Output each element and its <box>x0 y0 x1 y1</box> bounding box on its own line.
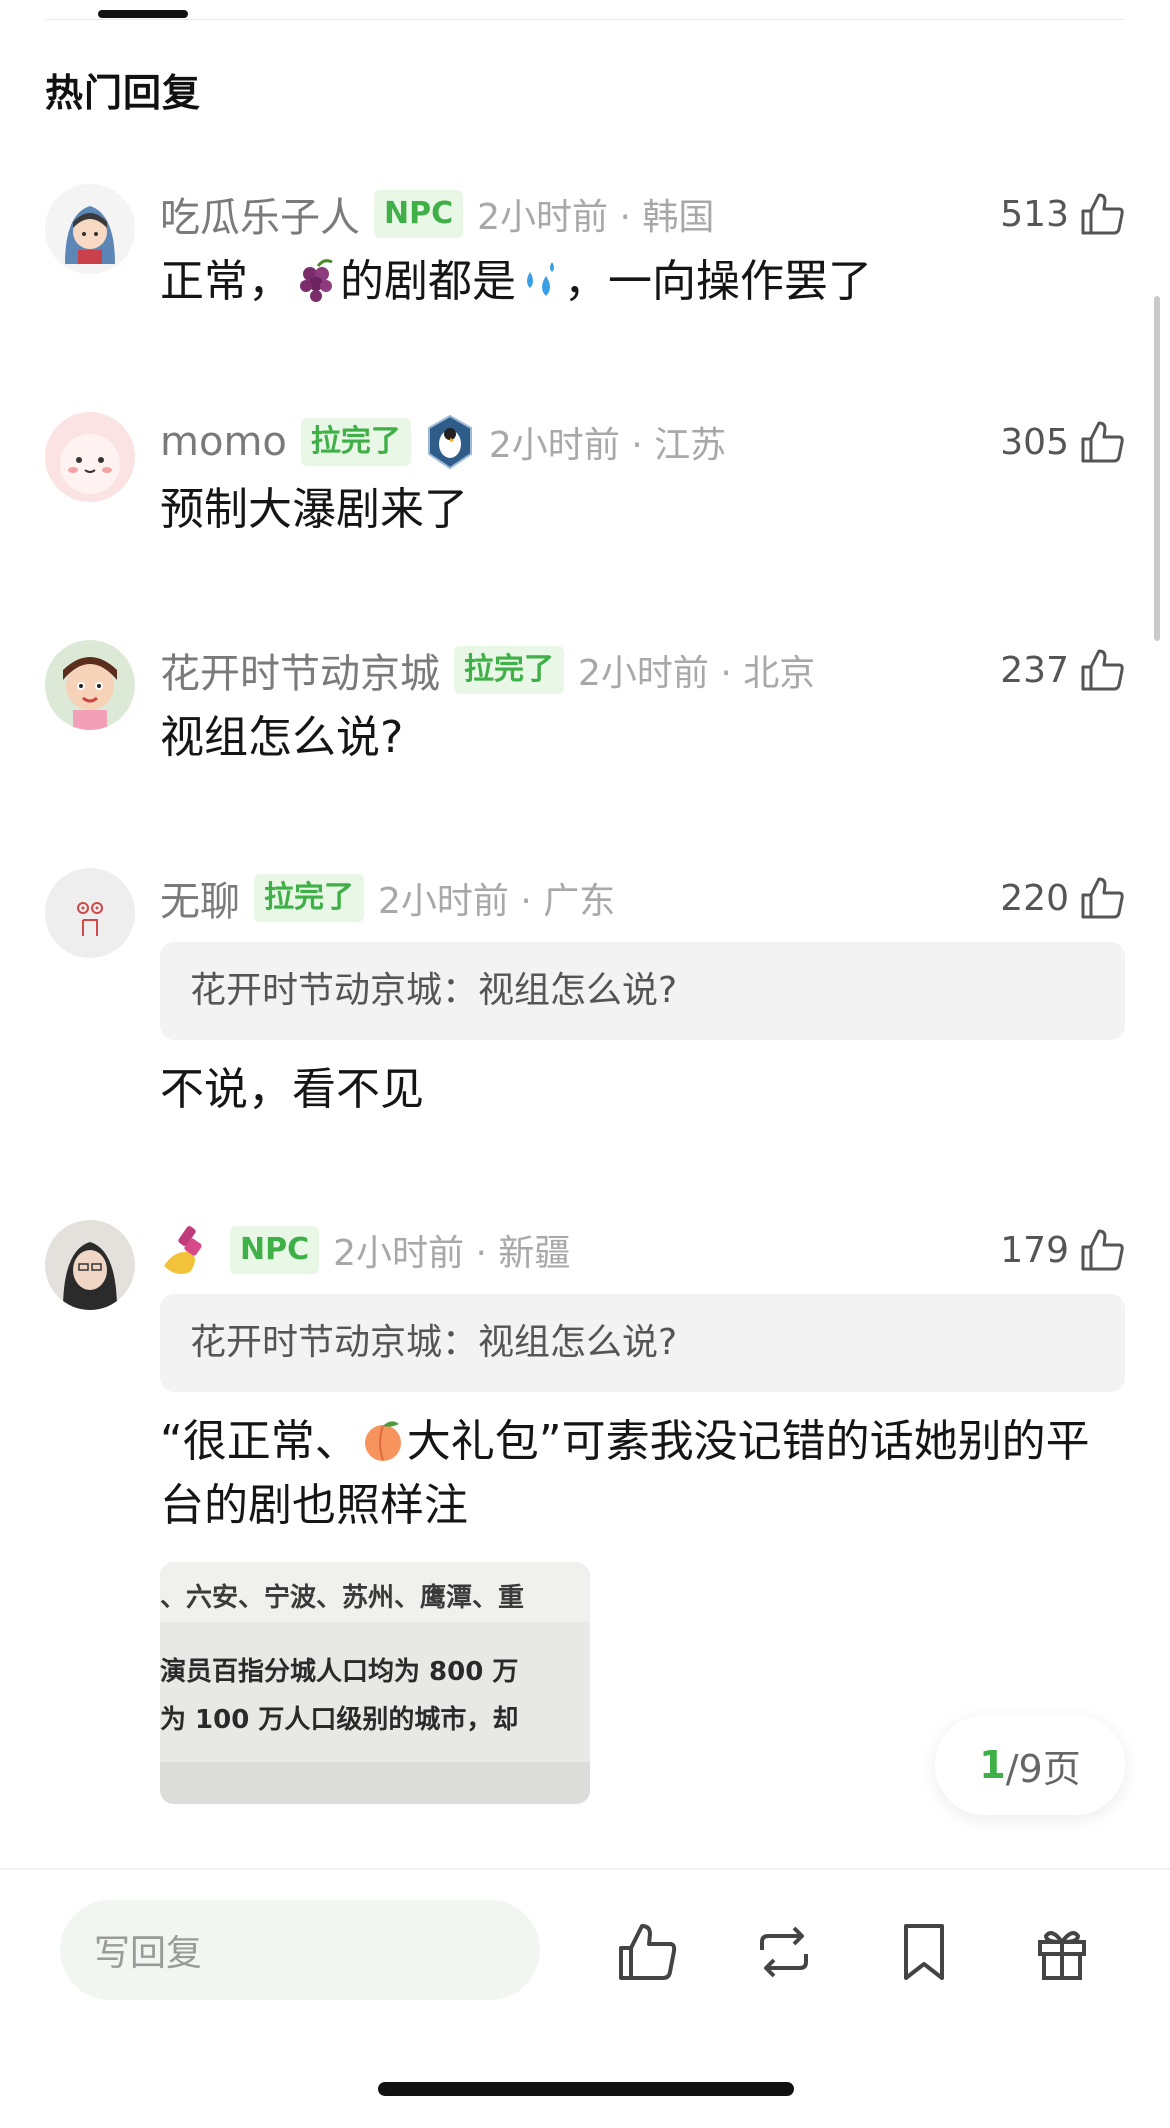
thumbs-up-icon[interactable] <box>1079 419 1125 465</box>
comment-item: 无聊 拉完了 2小时前 · 广东 220 花开时节动京城：视组怎么说? 不说，看… <box>45 868 1125 1148</box>
sweat-droplets-icon <box>527 262 554 296</box>
comment-body: 花开时节动京城 拉完了 2小时前 · 北京 237 视组怎么说? <box>160 640 1125 770</box>
tab-indicator <box>98 10 188 18</box>
gift-icon[interactable] <box>1030 1920 1094 1984</box>
comment-text: 视组怎么说? <box>160 712 404 763</box>
timestamp-location: 2小时前 · 韩国 <box>477 197 715 238</box>
timestamp-location: 2小时前 · 广东 <box>378 881 616 922</box>
timestamp-location: 2小时前 · 江苏 <box>488 425 727 466</box>
penguin-medal-icon <box>427 414 472 470</box>
like-count: 179 <box>1000 1229 1069 1271</box>
user-badge: NPC <box>374 190 464 238</box>
like-control[interactable]: 513 <box>1000 184 1125 244</box>
section-title: 热门回复 <box>45 71 202 115</box>
comment-text: “很正常、 大礼包”可素我没记错的话她别的平台的剧也照样注 <box>160 1416 1090 1531</box>
avatar[interactable] <box>45 868 135 958</box>
avatar[interactable] <box>45 1220 135 1310</box>
attached-image[interactable]: 、六安、宁波、苏州、鹰潭、重 演员百指分城人口均为 800 万 为 100 万人… <box>160 1562 590 1804</box>
comment-meta: 花开时节动京城 拉完了 2小时前 · 北京 <box>160 640 1125 700</box>
comment-item: momo 拉完了 2小时前 · 江苏 305 预制大瀑剧来了 <box>45 412 1125 562</box>
thumbs-up-icon[interactable] <box>1079 1227 1125 1273</box>
image-text-line: 、六安、宁波、苏州、鹰潭、重 <box>160 1582 524 1613</box>
divider <box>45 19 1125 20</box>
user-badge: 拉完了 <box>300 418 411 466</box>
like-count: 513 <box>1000 193 1069 235</box>
comment-item: 花开时节动京城 拉完了 2小时前 · 北京 237 视组怎么说? <box>45 640 1125 790</box>
image-text-line: 为 100 万人口级别的城市，却 <box>160 1704 518 1735</box>
page-indicator[interactable]: 1/9页 <box>935 1715 1125 1815</box>
timestamp-location: 2小时前 · 新疆 <box>333 1233 571 1274</box>
user-badge: 拉完了 <box>454 646 564 694</box>
nail-polish-emoji-icon[interactable] <box>160 1222 216 1278</box>
comment-meta: NPC 2小时前 · 新疆 <box>160 1220 1125 1280</box>
home-indicator[interactable] <box>378 2082 794 2096</box>
like-control[interactable]: 305 <box>1000 412 1125 472</box>
avatar[interactable] <box>45 184 135 274</box>
comment-body: momo 拉完了 2小时前 · 江苏 305 预制大瀑剧来了 <box>160 412 1125 542</box>
comment-body: 吃瓜乐子人 NPC 2小时前 · 韩国 513 正常， 的剧都是 ，一向操作罢了 <box>160 184 1125 314</box>
bookmark-icon[interactable] <box>892 1920 956 1984</box>
like-count: 305 <box>1000 421 1069 463</box>
timestamp-location: 2小时前 · 北京 <box>578 653 816 694</box>
thumbs-up-icon[interactable] <box>1079 647 1125 693</box>
current-page: 1 <box>979 1743 1006 1787</box>
reply-input[interactable]: 写回复 <box>60 1900 540 2000</box>
image-text-line: 演员百指分城人口均为 800 万 <box>160 1656 518 1687</box>
like-icon[interactable] <box>615 1920 679 1984</box>
comment-meta: 无聊 拉完了 2小时前 · 广东 <box>160 868 1125 928</box>
like-count: 237 <box>1000 649 1069 691</box>
peach-emoji-icon <box>364 1421 401 1461</box>
scrollbar[interactable] <box>1154 296 1160 641</box>
like-control[interactable]: 179 <box>1000 1220 1125 1280</box>
like-control[interactable]: 220 <box>1000 868 1125 928</box>
repost-icon[interactable] <box>752 1920 816 1984</box>
avatar[interactable] <box>45 412 135 502</box>
comment-text: 正常， 的剧都是 ，一向操作罢了 <box>160 256 872 307</box>
comment-item: 吃瓜乐子人 NPC 2小时前 · 韩国 513 正常， 的剧都是 ，一向操作罢了 <box>45 184 1125 334</box>
user-badge: NPC <box>230 1226 320 1274</box>
like-control[interactable]: 237 <box>1000 640 1125 700</box>
username[interactable]: 吃瓜乐子人 <box>160 185 360 243</box>
avatar[interactable] <box>45 640 135 730</box>
quoted-reply[interactable]: 花开时节动京城：视组怎么说? <box>160 942 1125 1040</box>
user-badge: 拉完了 <box>254 874 364 922</box>
quoted-reply[interactable]: 花开时节动京城：视组怎么说? <box>160 1294 1125 1392</box>
thumbs-up-icon[interactable] <box>1079 875 1125 921</box>
comment-text: 不说，看不见 <box>160 1064 424 1115</box>
like-count: 220 <box>1000 877 1069 919</box>
username[interactable]: momo <box>160 419 287 465</box>
username[interactable]: 无聊 <box>160 869 240 927</box>
thumbs-up-icon[interactable] <box>1079 191 1125 237</box>
comment-meta: 吃瓜乐子人 NPC 2小时前 · 韩国 <box>160 184 1125 244</box>
comment-body: 无聊 拉完了 2小时前 · 广东 220 花开时节动京城：视组怎么说? 不说，看… <box>160 868 1125 1122</box>
comment-meta: momo 拉完了 2小时前 · 江苏 <box>160 412 1125 472</box>
comment-text: 预制大瀑剧来了 <box>160 484 468 535</box>
total-pages: /9页 <box>1005 1746 1081 1791</box>
username[interactable]: 花开时节动京城 <box>160 641 440 699</box>
grapes-emoji-icon <box>300 259 333 302</box>
